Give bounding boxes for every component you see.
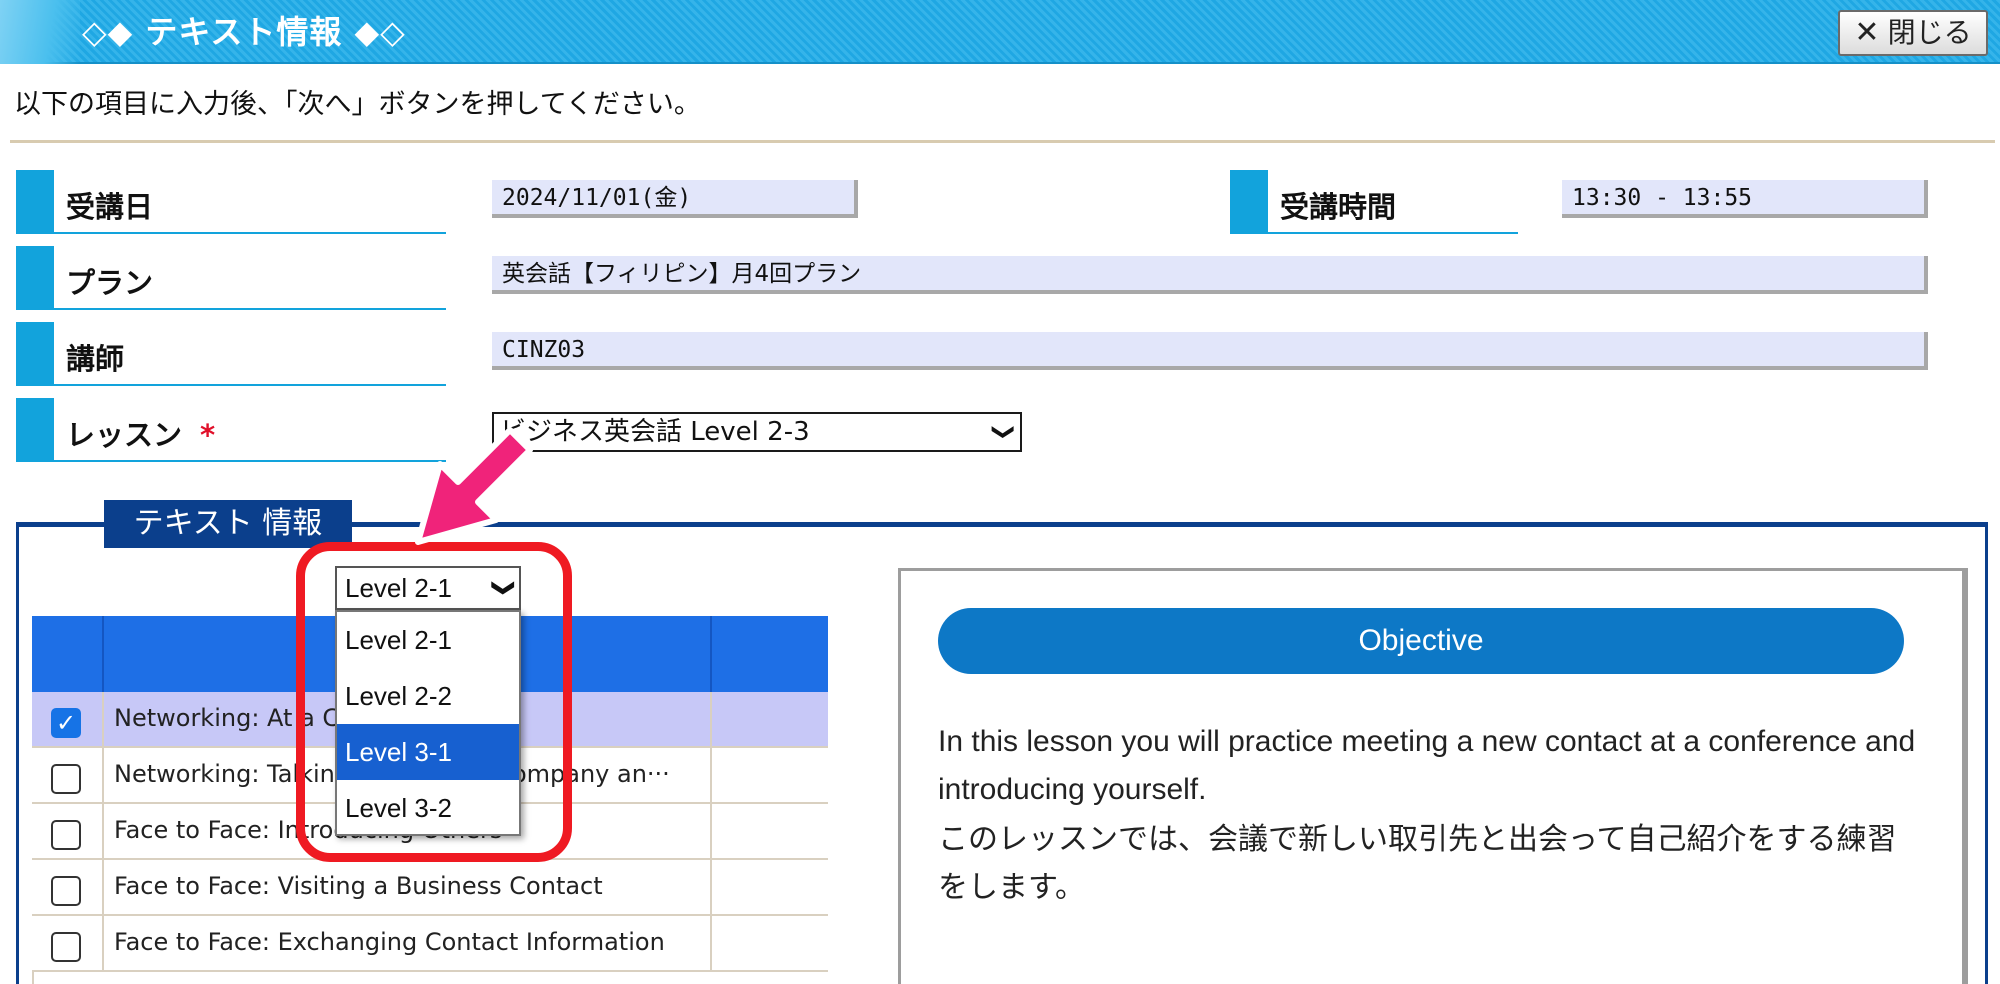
- row-checkbox[interactable]: [51, 932, 81, 962]
- table-row[interactable]: Face to Face: Visiting a Business Contac…: [32, 860, 828, 916]
- row-checkbox[interactable]: [51, 876, 81, 906]
- lesson-select-value: ビジネス英会話 Level 2-3: [500, 417, 810, 447]
- time-field: 13:30 - 13:55: [1562, 180, 1928, 218]
- highlight-frame: [296, 542, 572, 862]
- instruction-text: 以下の項目に入力後、「次へ」ボタンを押してください。: [14, 89, 701, 120]
- time-label: 受講時間: [1280, 190, 1397, 224]
- lesson-label-block: レッスン *: [16, 398, 446, 462]
- teacher-label-block: 講師: [16, 322, 446, 386]
- plan-label-block: プラン: [16, 246, 446, 310]
- row-checkbox[interactable]: ✓: [51, 708, 81, 738]
- plan-field: 英会話【フィリピン】月4回プラン: [492, 256, 1928, 294]
- row-title: Face to Face: Visiting a Business Contac…: [114, 872, 603, 900]
- chevron-down-icon: ❯: [990, 422, 1016, 442]
- required-mark: *: [200, 418, 216, 452]
- lesson-select[interactable]: ビジネス英会話 Level 2-3 ❯: [492, 412, 1022, 452]
- teacher-field: CINZ03: [492, 332, 1928, 370]
- objective-heading: Objective: [938, 608, 1904, 674]
- date-field: 2024/11/01(金): [492, 180, 858, 218]
- row-checkbox[interactable]: [51, 820, 81, 850]
- section-title: テキスト 情報: [104, 500, 352, 548]
- pointer-arrow-icon: [415, 427, 533, 545]
- title-bar: ◇◆ テキスト情報 ◆◇ ✕ 閉じる: [0, 0, 2000, 64]
- plan-label: プラン: [66, 266, 154, 300]
- row-checkbox[interactable]: [51, 764, 81, 794]
- check-icon: ✓: [55, 709, 77, 737]
- date-label: 受講日: [66, 190, 154, 224]
- divider: [10, 140, 1995, 143]
- close-icon: ✕: [1854, 15, 1880, 50]
- date-label-block: 受講日: [16, 170, 446, 234]
- close-label: 閉じる: [1887, 16, 1972, 49]
- row-title: Face to Face: Exchanging Contact Informa…: [114, 928, 665, 956]
- close-button[interactable]: ✕ 閉じる: [1838, 10, 1988, 56]
- objective-text-en: In this lesson you will practice meeting…: [938, 725, 1916, 806]
- window-title: ◇◆ テキスト情報 ◆◇: [82, 13, 406, 51]
- lesson-label: レッスン: [66, 418, 183, 452]
- teacher-label: 講師: [66, 342, 125, 376]
- table-row[interactable]: Face to Face: Exchanging Contact Informa…: [32, 916, 828, 972]
- objective-text-ja: このレッスンでは、会議で新しい取引先と出会って自己紹介をする練習をします。: [938, 822, 1897, 905]
- time-label-block: 受講時間: [1230, 170, 1518, 234]
